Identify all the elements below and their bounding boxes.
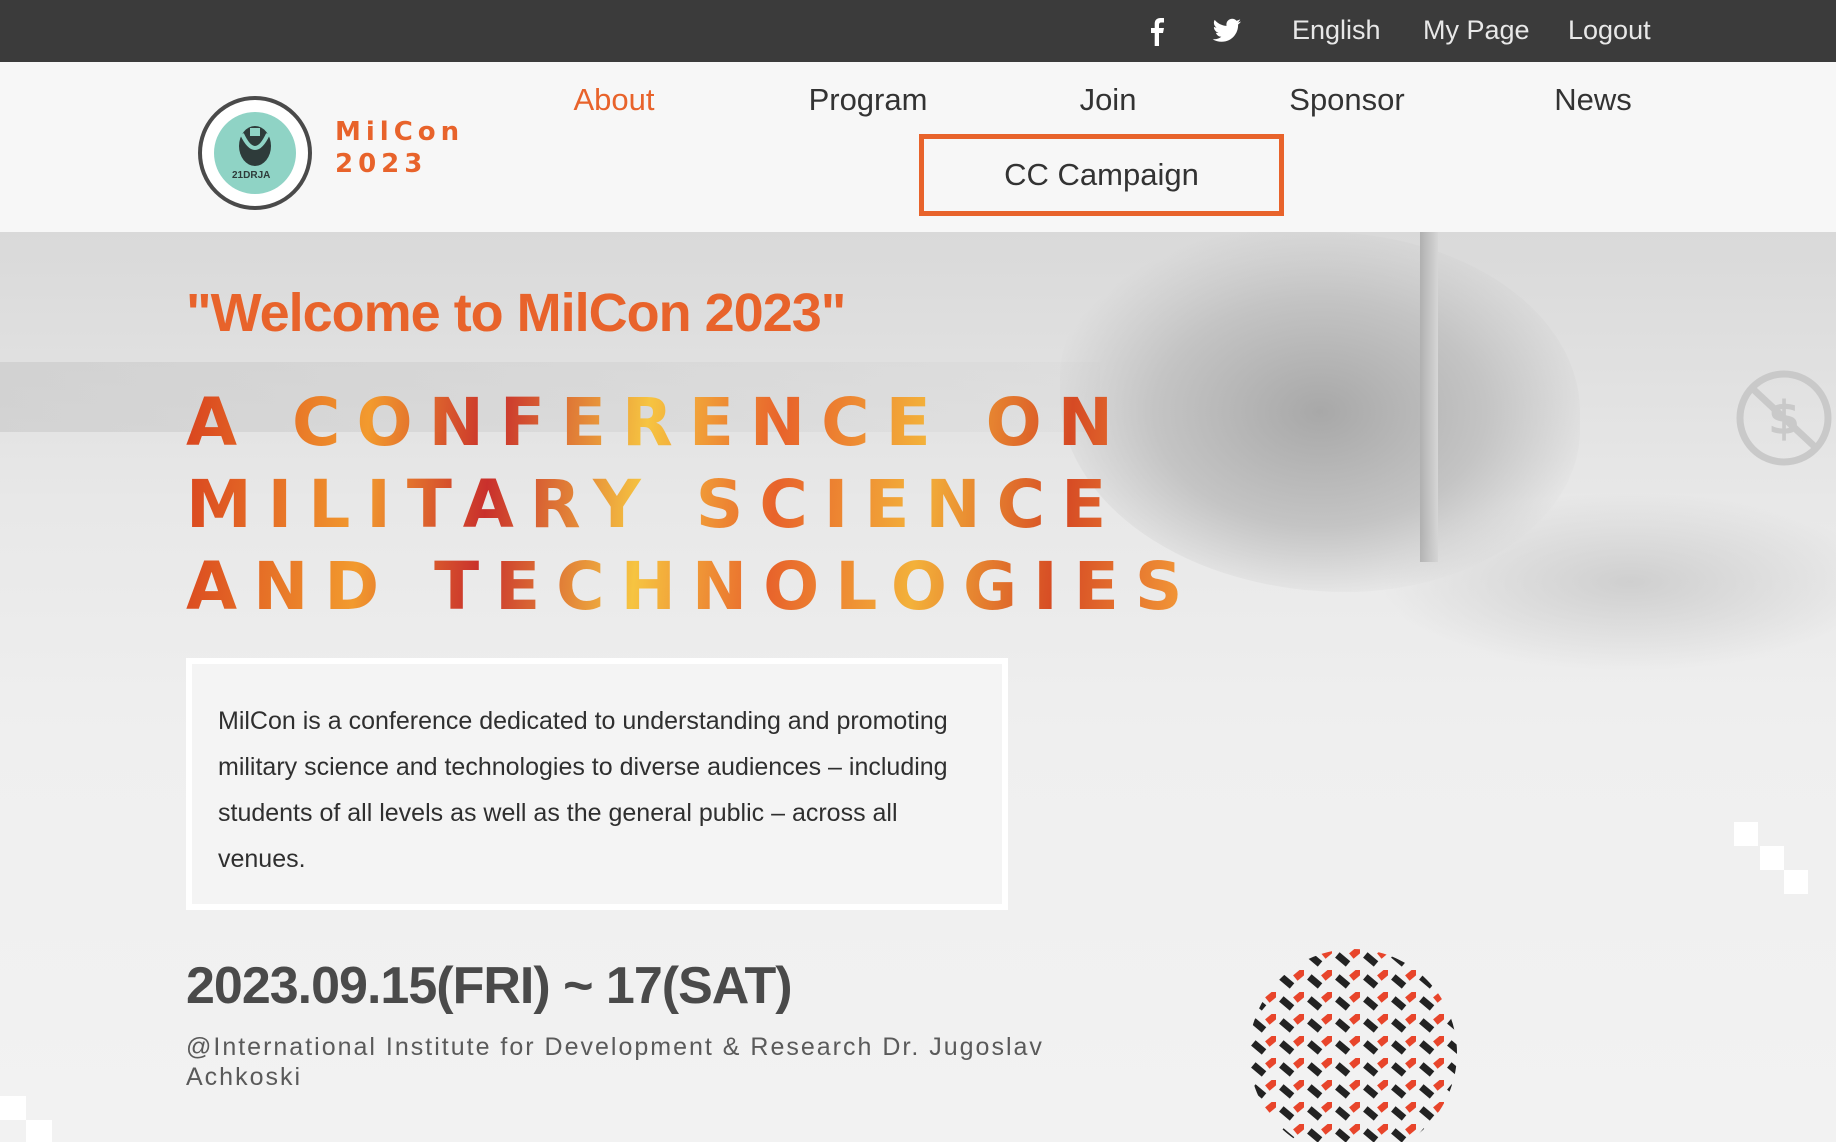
nav-about[interactable]: About <box>562 78 666 122</box>
headline-line-1: A CONFERENCE ON <box>186 384 1129 461</box>
twitter-icon[interactable] <box>1210 14 1244 48</box>
logout-link[interactable]: Logout <box>1568 0 1651 62</box>
deco-pixel <box>26 1120 52 1142</box>
event-venue: @International Institute for Development… <box>186 1033 1044 1091</box>
deco-pixel <box>1734 822 1758 846</box>
svg-text:$: $ <box>1768 391 1800 445</box>
no-dollar-icon: $ <box>1734 368 1834 468</box>
welcome-heading: "Welcome to MilCon 2023" <box>186 283 846 343</box>
logo-emblem: 21DRJA <box>214 112 296 194</box>
deco-pixel <box>1784 870 1808 894</box>
my-page-link[interactable]: My Page <box>1423 0 1530 62</box>
logo-badge-text: 21DRJA <box>232 170 271 181</box>
logo-wordmark[interactable]: MilCon 2023 <box>335 116 464 180</box>
event-date: 2023.09.15(FRI) ~ 17(SAT) <box>186 957 793 1015</box>
deco-pixel <box>1760 846 1784 870</box>
nav-join[interactable]: Join <box>1072 78 1144 122</box>
site-logo[interactable]: 21DRJA <box>198 96 312 210</box>
top-bar: English My Page Logout <box>0 0 1836 62</box>
headline-line-3: AND TECHNOLOGIES <box>186 548 1199 625</box>
logo-line-1: MilCon <box>335 117 465 147</box>
conference-headline: A CONFERENCE ON MILITARY SCIENCE AND TEC… <box>186 382 1198 628</box>
shield-emblem-icon <box>239 126 271 166</box>
headline-line-2: MILITARY SCIENCE <box>186 466 1123 543</box>
description-text: MilCon is a conference dedicated to unde… <box>218 707 948 873</box>
deco-pixel <box>0 1096 26 1120</box>
language-link[interactable]: English <box>1292 0 1381 62</box>
nav-cc-campaign[interactable]: CC Campaign <box>919 134 1284 216</box>
description-box: MilCon is a conference dedicated to unde… <box>186 658 1008 910</box>
dash-pattern-graphic <box>1248 948 1458 1142</box>
logo-line-2: 2023 <box>335 149 428 179</box>
facebook-icon[interactable] <box>1139 14 1173 48</box>
nav-news[interactable]: News <box>1548 78 1638 122</box>
nav-program[interactable]: Program <box>800 78 936 122</box>
nav-sponsor[interactable]: Sponsor <box>1282 78 1412 122</box>
